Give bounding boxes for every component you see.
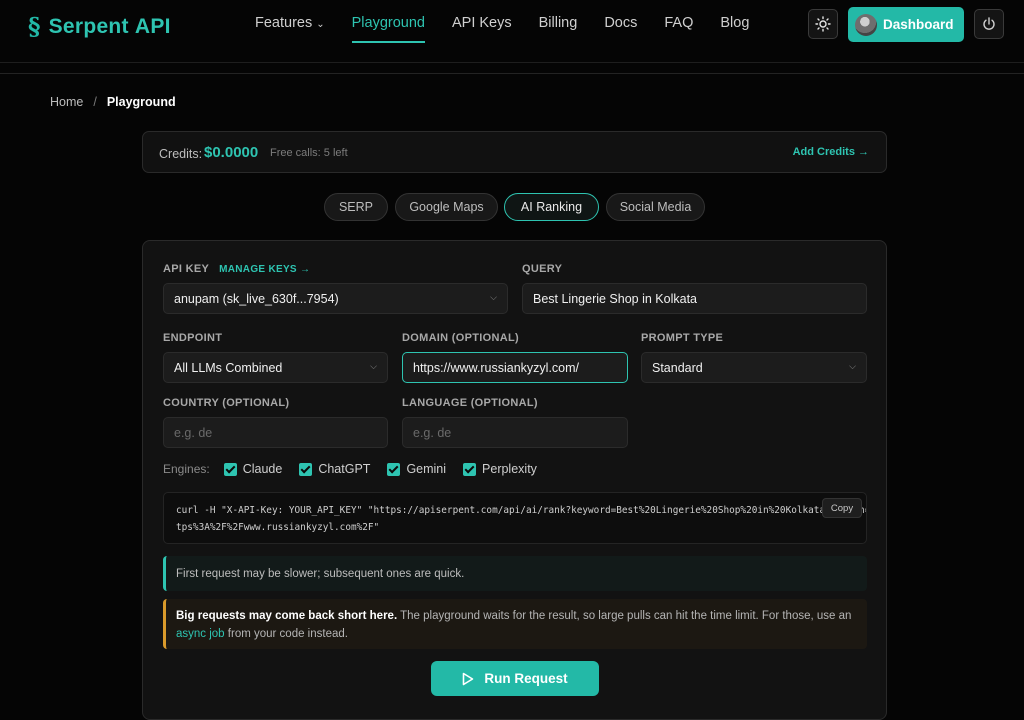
- nav-billing[interactable]: Billing: [539, 15, 578, 43]
- prompt-type-select[interactable]: Standard ⌵: [641, 352, 867, 383]
- api-key-value: anupam (sk_live_630f...7954): [174, 291, 339, 306]
- warning-title: Big requests may come back short here.: [176, 610, 398, 622]
- brand-name: Serpent API: [48, 14, 171, 38]
- top-navbar: § Serpent API Features ⌄ Playground API Ke…: [0, 0, 1024, 62]
- country-input[interactable]: e.g. de: [163, 417, 388, 448]
- nav-api-keys[interactable]: API Keys: [452, 15, 512, 43]
- breadcrumb: Home / Playground: [50, 95, 176, 109]
- manage-keys-link[interactable]: MANAGE KEYS →: [219, 264, 310, 275]
- info-note: First request may be slower; subsequent …: [163, 556, 867, 591]
- engine-chatgpt-checkbox[interactable]: ChatGPT: [299, 462, 370, 476]
- breadcrumb-separator: /: [93, 95, 97, 109]
- tab-google-maps[interactable]: Google Maps: [395, 193, 498, 221]
- checkbox-checked-icon: [223, 462, 237, 476]
- api-key-label: API KEY MANAGE KEYS →: [163, 263, 311, 275]
- domain-value: https://www.russiankyzyl.com/: [413, 360, 580, 375]
- chevron-down-icon: ⌄: [316, 19, 325, 30]
- domain-input[interactable]: https://www.russiankyzyl.com/: [402, 352, 628, 383]
- chevron-down-icon: ⌵: [849, 361, 856, 371]
- endpoint-label: ENDPOINT: [163, 332, 223, 344]
- prompt-type-value: Standard: [652, 360, 703, 375]
- run-request-label: Run Request: [484, 671, 568, 686]
- language-placeholder: e.g. de: [413, 425, 452, 440]
- nav-links: Features ⌄ Playground API Keys Billing Do…: [255, 15, 776, 43]
- warning-note: Big requests may come back short here. T…: [163, 599, 867, 649]
- add-credits-link[interactable]: Add Credits →: [793, 146, 869, 158]
- code-line: curl -H "X-API-Key: YOUR_API_KEY" "https…: [176, 505, 867, 516]
- country-label: COUNTRY (OPTIONAL): [163, 397, 290, 409]
- request-form-panel: API KEY MANAGE KEYS → anupam (sk_live_630…: [142, 240, 887, 720]
- country-placeholder: e.g. de: [174, 425, 213, 440]
- nav-faq[interactable]: FAQ: [664, 15, 693, 43]
- power-icon: [983, 17, 995, 30]
- credits-amount: $0.0000: [204, 144, 259, 161]
- curl-code-block[interactable]: curl -H "X-API-Key: YOUR_API_KEY" "https…: [163, 492, 867, 544]
- async-job-link[interactable]: async job: [176, 628, 225, 640]
- free-calls-text: Free calls: 5 left: [270, 147, 348, 159]
- nav-docs[interactable]: Docs: [604, 15, 637, 43]
- query-label: QUERY: [522, 263, 563, 275]
- chevron-down-icon: ⌵: [370, 361, 377, 371]
- tab-serp[interactable]: SERP: [324, 193, 388, 221]
- theme-toggle-button[interactable]: [808, 9, 838, 39]
- nav-features[interactable]: Features ⌄: [255, 15, 325, 43]
- domain-label: DOMAIN (OPTIONAL): [402, 332, 519, 344]
- query-value: Best Lingerie Shop in Kolkata: [533, 291, 697, 306]
- dashboard-label: Dashboard: [883, 17, 954, 32]
- copy-button[interactable]: Copy: [822, 498, 862, 518]
- tab-ai-ranking[interactable]: AI Ranking: [504, 193, 599, 221]
- prompt-type-label: PROMPT TYPE: [641, 332, 724, 344]
- play-icon: [463, 672, 474, 685]
- tab-social-media[interactable]: Social Media: [606, 193, 705, 221]
- engine-claude-checkbox[interactable]: Claude: [223, 462, 282, 476]
- breadcrumb-current: Playground: [106, 95, 176, 109]
- language-label: LANGUAGE (OPTIONAL): [402, 397, 538, 409]
- divider: [0, 62, 1024, 63]
- info-note-text: First request may be slower; subsequent …: [176, 567, 465, 580]
- divider: [0, 73, 1024, 74]
- avatar: [855, 13, 877, 36]
- language-input[interactable]: e.g. de: [402, 417, 628, 448]
- warning-text: The playground waits for the result, so …: [397, 610, 852, 622]
- engines-row: Engines: Claude ChatGPT Gemini Perplexit…: [163, 462, 554, 476]
- dashboard-button[interactable]: Dashboard: [848, 7, 964, 42]
- engine-gemini-checkbox[interactable]: Gemini: [387, 462, 446, 476]
- serpent-logo-icon: §: [28, 12, 41, 41]
- run-request-button[interactable]: Run Request: [431, 661, 599, 696]
- checkbox-checked-icon: [387, 462, 401, 476]
- engine-perplexity-checkbox[interactable]: Perplexity: [463, 462, 537, 476]
- api-key-select[interactable]: anupam (sk_live_630f...7954) ⌵: [163, 283, 508, 314]
- credits-bar: Credits: $0.0000 Free calls: 5 left Add …: [142, 131, 887, 173]
- query-input[interactable]: Best Lingerie Shop in Kolkata: [522, 283, 867, 314]
- sun-icon: [815, 16, 831, 32]
- nav-playground[interactable]: Playground: [351, 15, 425, 43]
- engines-label: Engines:: [163, 462, 210, 476]
- credits-label: Credits:: [159, 147, 203, 161]
- chevron-down-icon: ⌵: [490, 292, 497, 302]
- checkbox-checked-icon: [299, 462, 313, 476]
- checkbox-checked-icon: [463, 462, 477, 476]
- endpoint-select[interactable]: All LLMs Combined ⌵: [163, 352, 388, 383]
- endpoint-value: All LLMs Combined: [174, 360, 283, 375]
- brand-logo[interactable]: § Serpent API: [28, 12, 171, 41]
- nav-blog[interactable]: Blog: [720, 15, 749, 43]
- warning-tail: from your code instead.: [224, 628, 348, 640]
- code-line: tps%3A%2F%2Fwww.russiankyzyl.com%2F": [176, 522, 380, 533]
- logout-button[interactable]: [974, 9, 1004, 39]
- breadcrumb-home[interactable]: Home: [50, 95, 83, 109]
